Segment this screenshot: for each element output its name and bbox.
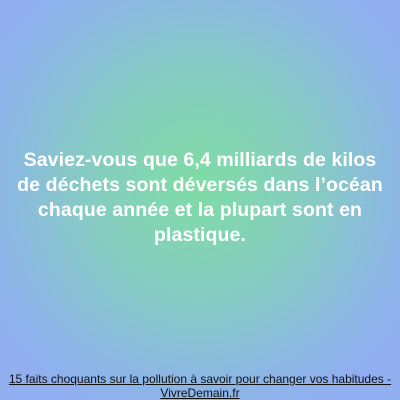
source-link[interactable]: 15 faits choquants sur la pollution à sa…: [0, 372, 400, 400]
fact-text: Saviez-vous que 6,4 milliards de kilos d…: [17, 149, 383, 246]
fact-card: Saviez-vous que 6,4 milliards de kilos d…: [0, 0, 400, 400]
